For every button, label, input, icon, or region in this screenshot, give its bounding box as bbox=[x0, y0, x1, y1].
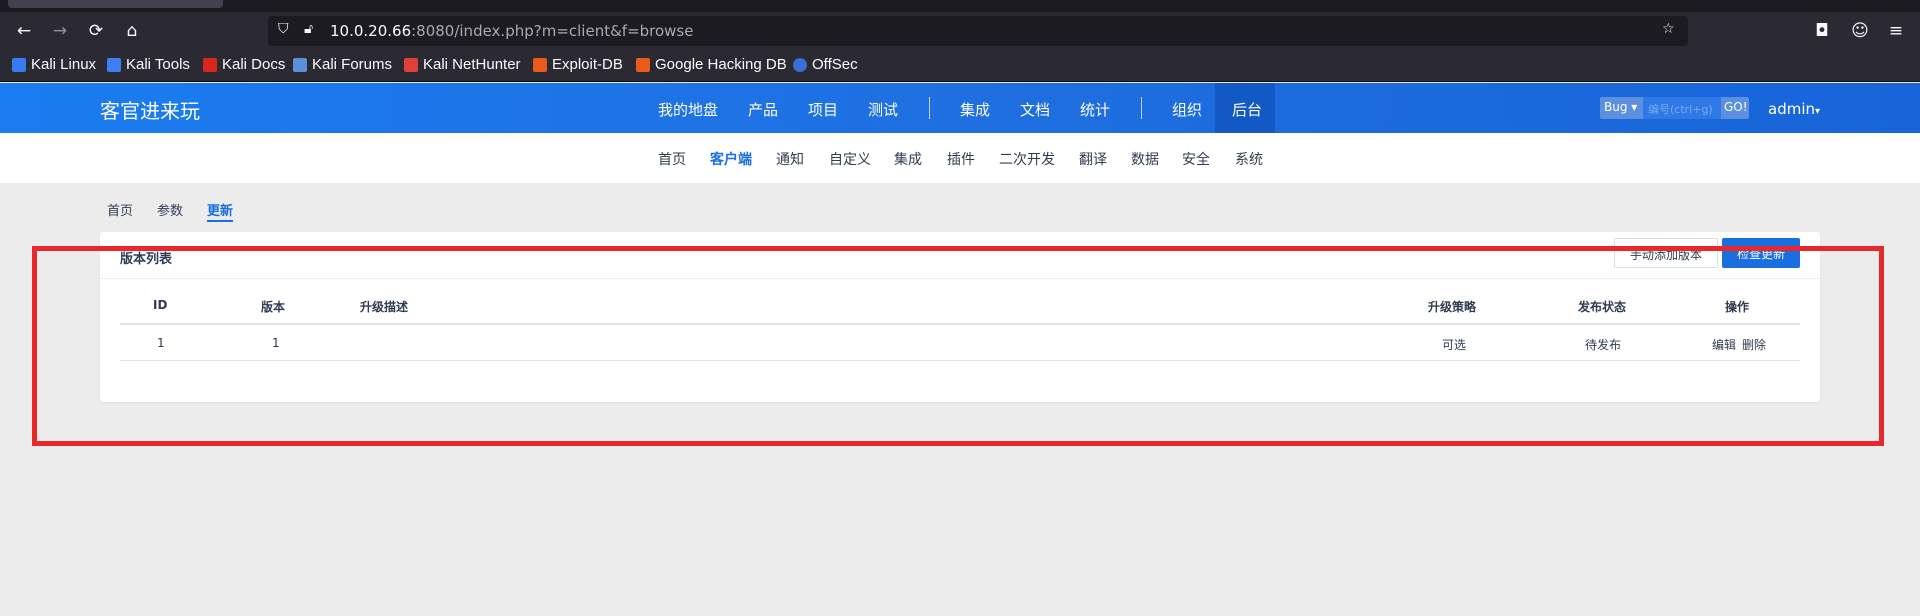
subnav-client[interactable]: 客户端 bbox=[710, 149, 752, 169]
nav-integration[interactable]: 集成 bbox=[960, 99, 990, 120]
bookmark-google-hacking-db[interactable]: Google Hacking DB bbox=[636, 56, 787, 73]
search-input[interactable]: 编号(ctrl+g) bbox=[1643, 97, 1721, 119]
browser-tab[interactable] bbox=[8, 0, 223, 8]
bookmark-kali-docs[interactable]: Kali Docs bbox=[203, 56, 285, 73]
browser-tabstrip bbox=[0, 0, 1920, 12]
kali-icon bbox=[12, 57, 26, 72]
url-bar[interactable]: ⛉ 🔓︎ 10.0.20.66:8080/index.php?m=client&… bbox=[268, 16, 1688, 46]
nethunter-icon bbox=[404, 57, 418, 72]
browser-navbar: ← → ⟳ ⌂ ⛉ 🔓︎ 10.0.20.66:8080/index.php?m… bbox=[0, 12, 1920, 50]
kali-tools-icon bbox=[107, 57, 121, 72]
forward-icon[interactable]: → bbox=[46, 18, 74, 44]
bookmark-kali-linux[interactable]: Kali Linux bbox=[12, 56, 96, 73]
extension-icon[interactable]: ☺ bbox=[1846, 18, 1874, 44]
app-header: 客官进来玩 我的地盘 产品 项目 测试 集成 文档 统计 组织 后台 Bug ▾… bbox=[0, 83, 1920, 133]
back-icon[interactable]: ← bbox=[10, 18, 38, 44]
pocket-icon[interactable]: ◘ bbox=[1808, 18, 1836, 44]
bookmarks-bar: Kali Linux Kali Tools Kali Docs Kali For… bbox=[0, 50, 1920, 82]
subnav-translate[interactable]: 翻译 bbox=[1079, 149, 1107, 169]
home-icon[interactable]: ⌂ bbox=[118, 18, 146, 44]
go-button[interactable]: GO! bbox=[1721, 97, 1749, 119]
caret-down-icon: ▾ bbox=[1815, 106, 1821, 117]
reload-icon[interactable]: ⟳ bbox=[82, 18, 110, 44]
quick-search: Bug ▾ 编号(ctrl+g) GO! bbox=[1600, 97, 1749, 119]
nav-separator bbox=[929, 97, 930, 119]
highlight-annotation-box bbox=[32, 246, 1884, 446]
exploit-db-icon bbox=[533, 57, 547, 72]
subnav-integration[interactable]: 集成 bbox=[894, 149, 922, 169]
bookmark-star-icon[interactable]: ☆ bbox=[1662, 21, 1675, 37]
bookmark-offsec[interactable]: OffSec bbox=[793, 56, 858, 73]
nav-my[interactable]: 我的地盘 bbox=[658, 99, 718, 120]
subnav-security[interactable]: 安全 bbox=[1182, 149, 1210, 169]
nav-separator bbox=[1141, 97, 1142, 119]
search-type-select[interactable]: Bug ▾ bbox=[1600, 97, 1643, 119]
user-menu[interactable]: admin▾ bbox=[1768, 100, 1820, 118]
nav-project[interactable]: 项目 bbox=[808, 99, 838, 120]
url-text[interactable]: 10.0.20.66:8080/index.php?m=client&f=bro… bbox=[330, 22, 693, 40]
ghdb-icon bbox=[636, 57, 650, 72]
kali-docs-icon bbox=[203, 57, 217, 72]
menu-icon[interactable]: ≡ bbox=[1882, 18, 1910, 44]
nav-doc[interactable]: 文档 bbox=[1020, 99, 1050, 120]
bookmark-kali-tools[interactable]: Kali Tools bbox=[107, 56, 190, 73]
nav-org[interactable]: 组织 bbox=[1172, 99, 1202, 120]
nav-stats[interactable]: 统计 bbox=[1080, 99, 1110, 120]
subnav-notify[interactable]: 通知 bbox=[776, 149, 804, 169]
sub-nav: 首页 客户端 通知 自定义 集成 插件 二次开发 翻译 数据 安全 系统 bbox=[0, 133, 1920, 183]
tab-update[interactable]: 更新 bbox=[207, 200, 233, 219]
bookmark-exploit-db[interactable]: Exploit-DB bbox=[533, 56, 623, 73]
nav-product[interactable]: 产品 bbox=[748, 99, 778, 120]
insecure-lock-icon[interactable]: 🔓︎ bbox=[304, 21, 313, 37]
caret-down-icon: ▾ bbox=[1631, 100, 1638, 114]
offsec-icon bbox=[793, 57, 807, 72]
brand-title[interactable]: 客官进来玩 bbox=[100, 95, 200, 124]
subnav-home[interactable]: 首页 bbox=[658, 149, 686, 169]
bookmark-kali-nethunter[interactable]: Kali NetHunter bbox=[404, 56, 521, 73]
shield-icon[interactable]: ⛉ bbox=[278, 21, 289, 37]
tab-params[interactable]: 参数 bbox=[157, 200, 183, 219]
subnav-custom[interactable]: 自定义 bbox=[829, 149, 871, 169]
tab-home[interactable]: 首页 bbox=[107, 200, 133, 219]
tab-active-underline bbox=[207, 220, 233, 222]
subnav-system[interactable]: 系统 bbox=[1235, 149, 1263, 169]
bookmark-kali-forums[interactable]: Kali Forums bbox=[293, 56, 392, 73]
kali-forums-icon bbox=[293, 57, 307, 72]
nav-test[interactable]: 测试 bbox=[868, 99, 898, 120]
subnav-data[interactable]: 数据 bbox=[1131, 149, 1159, 169]
subnav-dev[interactable]: 二次开发 bbox=[999, 149, 1055, 169]
nav-admin[interactable]: 后台 bbox=[1232, 99, 1262, 120]
subnav-plugin[interactable]: 插件 bbox=[947, 149, 975, 169]
